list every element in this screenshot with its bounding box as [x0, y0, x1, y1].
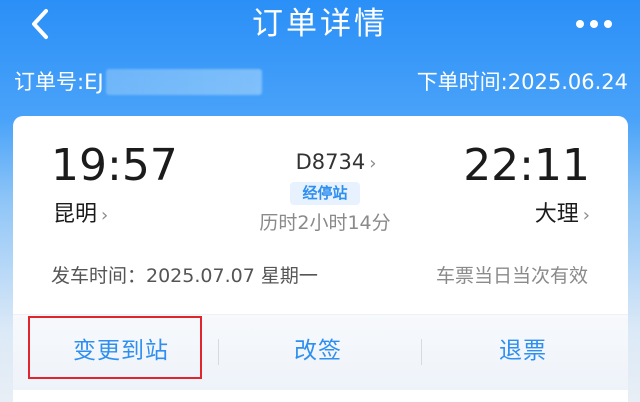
stops-badge[interactable]: 经停站: [290, 182, 360, 205]
chevron-right-icon: ›: [369, 153, 377, 174]
navigation-bar: 订单详情: [0, 0, 640, 52]
reschedule-button[interactable]: 改签: [253, 331, 383, 371]
train-number[interactable]: D8734 ›: [261, 148, 411, 178]
departure-station[interactable]: 昆明 ›: [53, 200, 108, 231]
page-title: 订单详情: [252, 6, 388, 42]
order-time: 下单时间:2025.06.24: [416, 70, 628, 94]
arrival-station-label: 大理: [534, 202, 579, 227]
departure-time: 19:57: [51, 140, 178, 191]
departure-station-label: 昆明: [53, 202, 98, 227]
trip-duration: 历时2小时14分: [259, 212, 391, 234]
ticket-validity: 车票当日当次有效: [435, 265, 588, 287]
action-separator: [218, 339, 219, 365]
refund-button[interactable]: 退票: [458, 331, 588, 371]
arrival-station[interactable]: 大理 ›: [535, 200, 590, 231]
train-number-label: D8734: [295, 150, 366, 174]
departure-date: 发车时间：2025.07.07 星期一: [51, 265, 318, 287]
order-number-redaction: [106, 69, 262, 95]
arrival-time: 22:11: [463, 140, 590, 191]
chevron-right-icon: ›: [582, 205, 590, 226]
order-number: 订单号:EJ: [14, 70, 104, 94]
more-dots-icon: [576, 20, 612, 28]
chevron-right-icon: ›: [101, 205, 109, 226]
order-info-bar: 订单号:EJ 下单时间:2025.06.24: [0, 62, 640, 102]
highlight-box: [28, 316, 202, 379]
more-button[interactable]: [572, 10, 616, 38]
action-separator: [421, 339, 422, 365]
